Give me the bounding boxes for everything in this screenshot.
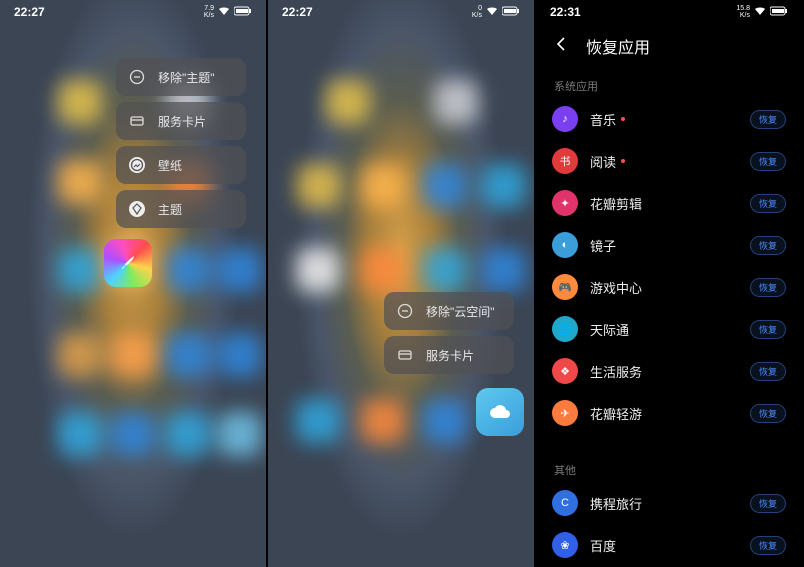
- network-speed: 15.8 K/s: [736, 5, 750, 19]
- app-row: ❀ 百度恢复: [552, 524, 786, 566]
- clock: 22:27: [14, 5, 45, 19]
- phone-screen-3: 22:31 15.8 K/s 恢复应用 系统应用 ♪音乐恢复书阅读恢复✦花瓣剪辑…: [536, 0, 802, 567]
- ctx-label: 移除"云空间": [426, 303, 495, 320]
- wifi-icon: [754, 6, 766, 19]
- page-title: 恢复应用: [586, 34, 650, 58]
- restore-button[interactable]: 恢复: [750, 404, 786, 423]
- restore-button[interactable]: 恢复: [750, 152, 786, 171]
- app-row: ♪ 音乐恢复: [552, 98, 786, 140]
- app-icon: 🎮: [552, 274, 578, 300]
- app-name: 镜子: [590, 236, 738, 255]
- app-row: ◐ 镜子恢复: [552, 224, 786, 266]
- ctx-remove-theme[interactable]: 移除"主题": [116, 58, 246, 96]
- ctx-label: 移除"主题": [158, 69, 215, 86]
- ctx-remove-cloud[interactable]: 移除"云空间": [384, 292, 514, 330]
- context-menu: 移除"主题" 服务卡片 壁纸 主题: [116, 58, 246, 228]
- phone-screen-1: 22:27 7.9 K/s 移除"主题" 服务卡片: [0, 0, 266, 567]
- notification-dot-icon: [621, 159, 625, 163]
- clock: 22:31: [550, 5, 581, 19]
- app-icon: 🌐: [552, 316, 578, 342]
- app-name: 携程旅行: [590, 494, 738, 513]
- ctx-theme[interactable]: 主题: [116, 190, 246, 228]
- remove-icon: [128, 68, 146, 86]
- app-icon: ✈: [552, 400, 578, 426]
- restore-button[interactable]: 恢复: [750, 536, 786, 555]
- wifi-icon: [486, 6, 498, 19]
- app-name: 阅读: [590, 152, 738, 171]
- back-button[interactable]: [552, 35, 570, 58]
- remove-icon: [396, 302, 414, 320]
- app-row: C 携程旅行恢复: [552, 482, 786, 524]
- card-icon: [128, 112, 146, 130]
- network-speed: 0 K/s: [472, 5, 482, 19]
- network-speed: 7.9 K/s: [204, 5, 214, 19]
- app-row: ❖ 生活服务恢复: [552, 350, 786, 392]
- restore-button[interactable]: 恢复: [750, 320, 786, 339]
- clock: 22:27: [282, 5, 313, 19]
- theme-icon: [128, 200, 146, 218]
- page-header: 恢复应用: [536, 28, 802, 64]
- app-icon: ♪: [552, 106, 578, 132]
- battery-icon: [234, 6, 252, 19]
- ctx-service-card[interactable]: 服务卡片: [116, 102, 246, 140]
- app-name: 花瓣剪辑: [590, 194, 738, 213]
- status-bar: 22:27 0 K/s: [268, 0, 534, 22]
- ctx-service-card[interactable]: 服务卡片: [384, 336, 514, 374]
- app-icon: ❖: [552, 358, 578, 384]
- section-label-other: 其他: [554, 462, 786, 478]
- section-label-system: 系统应用: [554, 78, 786, 94]
- restore-button[interactable]: 恢复: [750, 194, 786, 213]
- status-bar: 22:31 15.8 K/s: [536, 0, 802, 22]
- app-row: ✦ 花瓣剪辑恢复: [552, 182, 786, 224]
- ctx-wallpaper[interactable]: 壁纸: [116, 146, 246, 184]
- phone-screen-2: 22:27 0 K/s 移除"云空间" 服务卡片: [268, 0, 534, 567]
- wifi-icon: [218, 6, 230, 19]
- app-name: 生活服务: [590, 362, 738, 381]
- app-row: ✈ 花瓣轻游恢复: [552, 392, 786, 434]
- app-icon: 书: [552, 148, 578, 174]
- app-name: 花瓣轻游: [590, 404, 738, 423]
- app-icon: ◐: [552, 232, 578, 258]
- restore-button[interactable]: 恢复: [750, 362, 786, 381]
- ctx-label: 服务卡片: [158, 113, 206, 130]
- theme-app-icon[interactable]: [104, 239, 152, 287]
- ctx-label: 主题: [158, 201, 182, 218]
- notification-dot-icon: [621, 117, 625, 121]
- app-icon: C: [552, 490, 578, 516]
- battery-icon: [770, 6, 788, 19]
- battery-icon: [502, 6, 520, 19]
- app-name: 百度: [590, 536, 738, 555]
- restore-button[interactable]: 恢复: [750, 110, 786, 129]
- app-icon: ✦: [552, 190, 578, 216]
- app-row: 🎮 游戏中心恢复: [552, 266, 786, 308]
- app-row: 书阅读恢复: [552, 140, 786, 182]
- restore-button[interactable]: 恢复: [750, 494, 786, 513]
- ctx-label: 壁纸: [158, 157, 182, 174]
- app-row: 🌐 天际通恢复: [552, 308, 786, 350]
- ctx-label: 服务卡片: [426, 347, 474, 364]
- app-name: 音乐: [590, 110, 738, 129]
- card-icon: [396, 346, 414, 364]
- app-name: 天际通: [590, 320, 738, 339]
- home-icons-blurred: [268, 0, 534, 567]
- app-icon: ❀: [552, 532, 578, 558]
- app-list: 系统应用 ♪音乐恢复书阅读恢复✦花瓣剪辑恢复◐镜子恢复🎮游戏中心恢复🌐天际通恢复…: [536, 68, 802, 567]
- app-name: 游戏中心: [590, 278, 738, 297]
- restore-button[interactable]: 恢复: [750, 278, 786, 297]
- restore-button[interactable]: 恢复: [750, 236, 786, 255]
- cloud-app-icon[interactable]: [476, 388, 524, 436]
- context-menu: 移除"云空间" 服务卡片: [384, 292, 514, 374]
- status-bar: 22:27 7.9 K/s: [0, 0, 266, 22]
- wallpaper-icon: [128, 156, 146, 174]
